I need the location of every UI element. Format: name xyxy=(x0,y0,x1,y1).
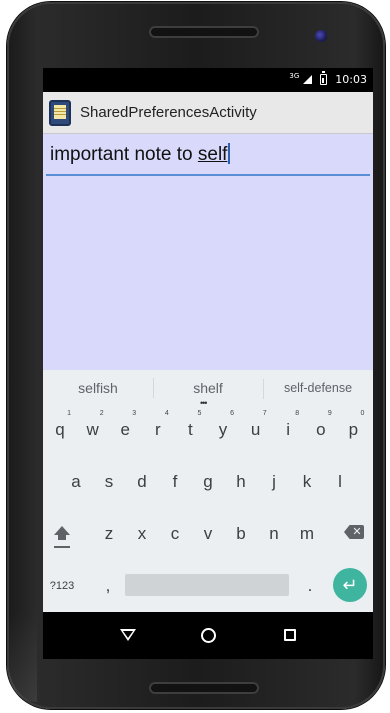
suggestion-center[interactable]: shelf xyxy=(153,378,263,398)
key-m[interactable]: m xyxy=(292,512,322,552)
soft-keyboard: selfish shelf self-defense ••• q1w2e3r4t… xyxy=(43,370,373,612)
key-n[interactable]: n xyxy=(259,512,289,552)
home-button[interactable] xyxy=(179,612,239,659)
key-label: q xyxy=(55,420,65,439)
key-v[interactable]: v xyxy=(193,512,223,552)
status-bar: 3G 10:03 xyxy=(43,68,373,92)
battery-charging-icon xyxy=(320,71,328,85)
key-label: w xyxy=(86,420,99,439)
key-w[interactable]: w2 xyxy=(78,408,108,448)
key-z[interactable]: z xyxy=(94,512,124,552)
note-text: important note to xyxy=(50,144,198,165)
key-p[interactable]: p0 xyxy=(338,408,368,448)
action-bar-title: SharedPreferencesActivity xyxy=(80,104,257,121)
key-d[interactable]: d xyxy=(127,460,157,500)
key-label: y xyxy=(218,420,228,439)
key-number-hint: 6 xyxy=(230,410,234,417)
key-label: e xyxy=(120,420,130,439)
key-h[interactable]: h xyxy=(226,460,256,500)
key-q[interactable]: q1 xyxy=(45,408,75,448)
key-label: p xyxy=(348,420,359,439)
key-label: r xyxy=(154,420,161,439)
key-number-hint: 4 xyxy=(164,410,169,417)
key-number-hint: 9 xyxy=(327,410,332,417)
action-bar: SharedPreferencesActivity xyxy=(43,92,373,134)
key-label: t xyxy=(188,420,193,439)
back-icon xyxy=(120,629,136,641)
key-f[interactable]: f xyxy=(160,460,190,500)
key-number-hint: 0 xyxy=(360,410,365,417)
key-j[interactable]: j xyxy=(259,460,289,500)
key-number-hint: 1 xyxy=(67,410,71,417)
main-content: important note to self xyxy=(43,134,373,370)
key-o[interactable]: o9 xyxy=(306,408,336,448)
key-b[interactable]: b xyxy=(226,512,256,552)
key-number-hint: 3 xyxy=(132,410,137,417)
earpiece-speaker xyxy=(149,26,259,38)
key-i[interactable]: i8 xyxy=(273,408,303,448)
key-e[interactable]: e3 xyxy=(110,408,140,448)
shift-icon xyxy=(54,526,70,540)
note-text-field[interactable]: important note to self xyxy=(46,142,370,176)
shift-key[interactable] xyxy=(46,512,76,552)
key-label: o xyxy=(316,420,326,439)
shift-underline xyxy=(54,546,70,548)
enter-key[interactable]: ↵ xyxy=(333,568,367,602)
key-number-hint: 7 xyxy=(262,410,267,417)
navigation-bar xyxy=(43,612,373,659)
app-notepad-icon[interactable] xyxy=(49,99,71,126)
key-g[interactable]: g xyxy=(193,460,223,500)
comma-key[interactable]: , xyxy=(93,564,123,604)
suggestion-strip: selfish shelf self-defense xyxy=(43,370,373,406)
front-camera-icon xyxy=(315,30,327,42)
status-clock: 10:03 xyxy=(335,73,367,86)
key-label: i xyxy=(286,420,291,439)
status-icons: 3G 10:03 xyxy=(289,71,367,86)
key-row-4: ?123 , . ↵ xyxy=(43,564,373,606)
key-number-hint: 5 xyxy=(197,410,202,417)
key-row-1: q1w2e3r4t5y6u7i8o9p0 xyxy=(43,408,373,450)
key-row-2: asdfghjkl xyxy=(43,460,373,502)
network-type-label: 3G xyxy=(289,72,300,80)
screen: 3G 10:03 SharedPreferencesActivity impor… xyxy=(43,68,373,659)
key-label: u xyxy=(250,420,261,439)
key-number-hint: 8 xyxy=(295,410,300,417)
home-icon xyxy=(201,628,216,643)
key-s[interactable]: s xyxy=(94,460,124,500)
key-l[interactable]: l xyxy=(325,460,355,500)
key-x[interactable]: x xyxy=(127,512,157,552)
recent-apps-button[interactable] xyxy=(260,612,320,659)
key-number-hint: 2 xyxy=(99,410,104,417)
space-bar[interactable] xyxy=(125,574,289,596)
key-row-3: ✕ zxcvbnm xyxy=(43,512,373,554)
phone-frame: 3G 10:03 SharedPreferencesActivity impor… xyxy=(7,2,385,709)
key-k[interactable]: k xyxy=(292,460,322,500)
key-t[interactable]: t5 xyxy=(175,408,205,448)
back-button[interactable] xyxy=(98,612,158,659)
more-suggestions-icon[interactable]: ••• xyxy=(200,399,208,408)
period-key[interactable]: . xyxy=(295,564,325,604)
note-current-word: self xyxy=(197,144,228,165)
backspace-key[interactable]: ✕ xyxy=(339,512,369,552)
backspace-x-glyph: ✕ xyxy=(352,526,362,538)
bottom-speaker xyxy=(149,682,259,694)
symbols-key[interactable]: ?123 xyxy=(45,564,79,604)
text-cursor xyxy=(228,143,230,164)
key-c[interactable]: c xyxy=(160,512,190,552)
key-a[interactable]: a xyxy=(61,460,91,500)
key-u[interactable]: u7 xyxy=(241,408,271,448)
key-y[interactable]: y6 xyxy=(208,408,238,448)
key-r[interactable]: r4 xyxy=(143,408,173,448)
recent-apps-icon xyxy=(284,629,296,641)
phone-edge-highlight xyxy=(9,612,37,702)
enter-icon: ↵ xyxy=(342,575,358,595)
suggestion-left[interactable]: selfish xyxy=(43,380,153,396)
signal-icon xyxy=(303,75,313,84)
suggestion-right[interactable]: self-defense xyxy=(263,379,373,399)
